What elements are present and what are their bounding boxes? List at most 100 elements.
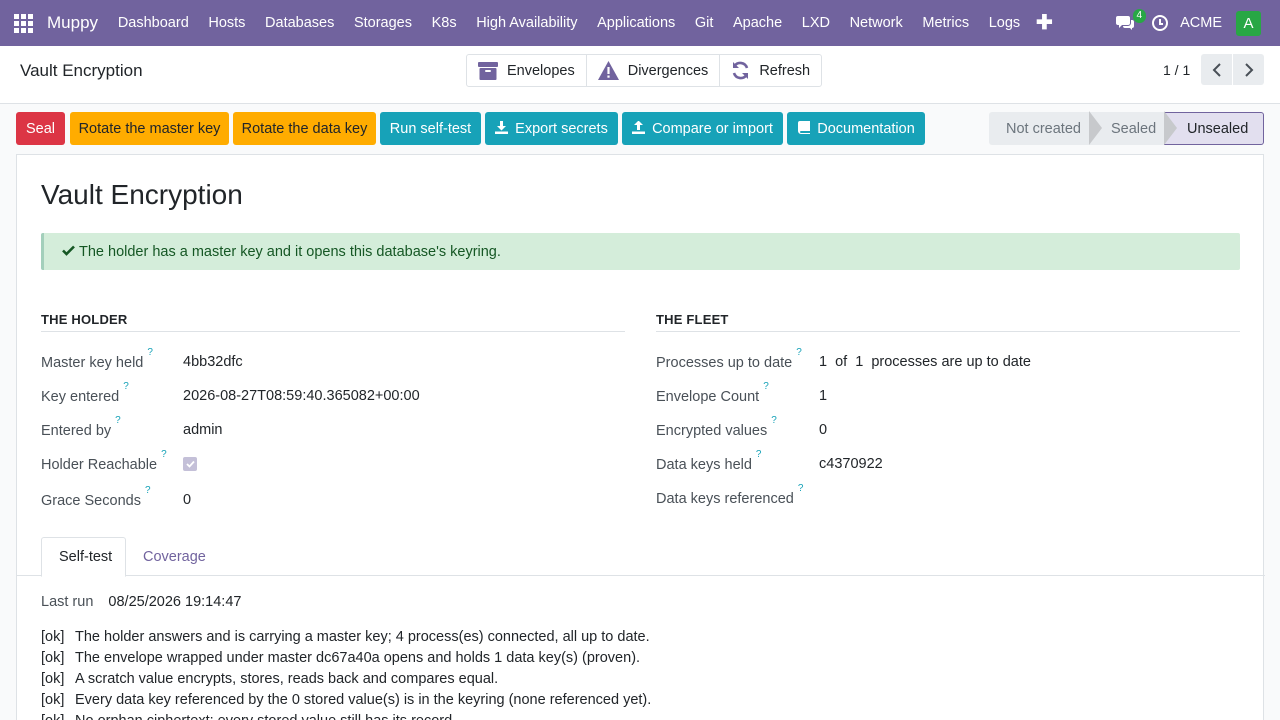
menu-apache[interactable]: Apache [723, 15, 792, 31]
envelope-count-value: 1 [819, 388, 828, 404]
form-sheet: Vault Encryption The holder has a master… [16, 154, 1265, 720]
menu-dashboard[interactable]: Dashboard [108, 15, 199, 31]
chevron-right-icon [1244, 62, 1253, 77]
apps-menu-icon[interactable] [0, 0, 46, 46]
key-entered-value: 2026-08-27T08:59:40.365082+00:00 [183, 388, 420, 404]
menu-high-availability[interactable]: High Availability [466, 15, 587, 31]
stage-not-created[interactable]: Not created [989, 110, 1102, 145]
tab-coverage[interactable]: Coverage [143, 537, 206, 576]
menu-git[interactable]: Git [685, 15, 723, 31]
grace-seconds-label: Grace Seconds [41, 492, 141, 509]
log-line: [ok] The holder answers and is carrying a… [41, 627, 651, 648]
key-entered-label: Key entered [41, 388, 120, 405]
help-icon[interactable]: ? [147, 347, 153, 358]
record-title: Vault Encryption [41, 179, 243, 210]
seal-button[interactable]: Seal [16, 112, 65, 145]
help-icon[interactable]: ? [161, 449, 167, 460]
log-status-tag: [ok] [41, 671, 65, 687]
help-icon[interactable]: ? [145, 485, 151, 496]
menu-lxd[interactable]: LXD [792, 15, 840, 31]
log-line: [ok] A scratch value encrypts, stores, re… [41, 669, 651, 690]
compare-import-label: Compare or import [652, 120, 773, 137]
menu-storages[interactable]: Storages [344, 15, 422, 31]
chat-count-badge: 4 [1132, 9, 1147, 23]
refresh-icon [733, 61, 749, 80]
menu-metrics[interactable]: Metrics [913, 15, 979, 31]
holder-group: THE HOLDER Master key held? 4bb32dfc Key… [41, 312, 625, 509]
log-text: Every data key referenced by the 0 store… [75, 692, 652, 708]
notebook-tabs: Self-test Coverage [17, 537, 1265, 577]
menu-network[interactable]: Network [840, 15, 913, 31]
processes-up-to-date-value: 1 of 1 processes are up to date [819, 354, 1031, 370]
log-status-tag: [ok] [41, 692, 65, 708]
chat-icon [1116, 16, 1135, 30]
encrypted-values-value: 0 [819, 422, 828, 438]
self-test-log: [ok] The holder answers and is carrying a… [41, 627, 651, 720]
menu-applications[interactable]: Applications [587, 15, 685, 31]
plus-icon[interactable]: ✚ [1030, 13, 1061, 33]
pager-value: 1 / 1 [1163, 62, 1191, 78]
export-secrets-button[interactable]: Export secrets [485, 112, 618, 145]
smart-buttons: Envelopes Divergences Refresh [466, 54, 823, 87]
stage-unsealed[interactable]: Unsealed [1164, 112, 1264, 145]
help-icon[interactable]: ? [771, 415, 777, 426]
book-icon [797, 120, 811, 137]
top-navbar: Muppy Dashboard Hosts Databases Storages… [0, 0, 1280, 46]
refresh-button[interactable]: Refresh [720, 55, 821, 86]
messaging-button[interactable]: 4 [1110, 8, 1147, 38]
export-secrets-label: Export secrets [515, 120, 608, 137]
rotate-data-key-button[interactable]: Rotate the data key [233, 112, 376, 145]
stage-divider [1164, 110, 1177, 145]
holder-reachable-label: Holder Reachable [41, 456, 158, 473]
documentation-button[interactable]: Documentation [787, 112, 925, 145]
last-run-row: Last run 08/25/2026 19:14:47 [41, 594, 241, 610]
help-icon[interactable]: ? [798, 483, 804, 494]
processes-up-to-date-label: Processes up to date [656, 354, 793, 371]
fleet-group: THE FLEET Processes up to date? 1 of 1 p… [656, 312, 1240, 507]
help-icon[interactable]: ? [115, 415, 121, 426]
help-icon[interactable]: ? [756, 449, 762, 460]
app-brand[interactable]: Muppy [46, 13, 108, 33]
company-switcher[interactable]: ACME [1180, 15, 1222, 31]
processes-up-count: 1 [819, 354, 828, 370]
compare-import-button[interactable]: Compare or import [622, 112, 783, 145]
master-key-held-value: 4bb32dfc [183, 354, 243, 370]
log-text: A scratch value encrypts, stores, reads … [75, 671, 499, 687]
stage-not-created-label: Not created [1006, 120, 1081, 137]
last-run-value: 08/25/2026 19:14:47 [108, 594, 242, 610]
log-status-tag: [ok] [41, 650, 65, 666]
envelopes-button[interactable]: Envelopes [467, 55, 587, 86]
pager-next-button[interactable] [1233, 54, 1264, 85]
tab-self-test[interactable]: Self-test [41, 537, 126, 577]
check-icon [62, 244, 75, 260]
menu-hosts[interactable]: Hosts [199, 15, 256, 31]
help-icon[interactable]: ? [123, 381, 129, 392]
last-run-label: Last run [41, 594, 94, 610]
menu-databases[interactable]: Databases [255, 15, 344, 31]
rotate-master-key-button[interactable]: Rotate the master key [70, 112, 229, 145]
run-self-test-button[interactable]: Run self-test [380, 112, 481, 145]
help-icon[interactable]: ? [763, 381, 769, 392]
status-alert: The holder has a master key and it opens… [41, 233, 1240, 270]
holder-reachable-checkbox [183, 457, 197, 471]
stage-unsealed-label: Unsealed [1187, 120, 1249, 137]
entered-by-label: Entered by [41, 422, 112, 439]
log-status-tag: [ok] [41, 711, 75, 720]
menu-k8s[interactable]: K8s [422, 15, 467, 31]
pager-previous-button[interactable] [1201, 54, 1232, 85]
divergences-button[interactable]: Divergences [587, 55, 721, 86]
menu-logs[interactable]: Logs [979, 15, 1030, 31]
grace-seconds-value: 0 [183, 492, 192, 508]
divergences-label: Divergences [627, 62, 709, 79]
help-icon[interactable]: ? [796, 347, 802, 358]
clock-icon[interactable] [1152, 15, 1169, 31]
upload-icon [632, 120, 646, 137]
documentation-label: Documentation [817, 120, 915, 137]
fleet-group-title: THE FLEET [656, 312, 1240, 332]
archive-icon [478, 61, 498, 80]
log-status-tag: [ok] [41, 629, 65, 645]
checkmark-icon [185, 460, 195, 468]
user-avatar[interactable]: A [1236, 10, 1261, 36]
envelope-count-label: Envelope Count [656, 388, 760, 405]
master-key-held-label: Master key held [41, 354, 144, 371]
